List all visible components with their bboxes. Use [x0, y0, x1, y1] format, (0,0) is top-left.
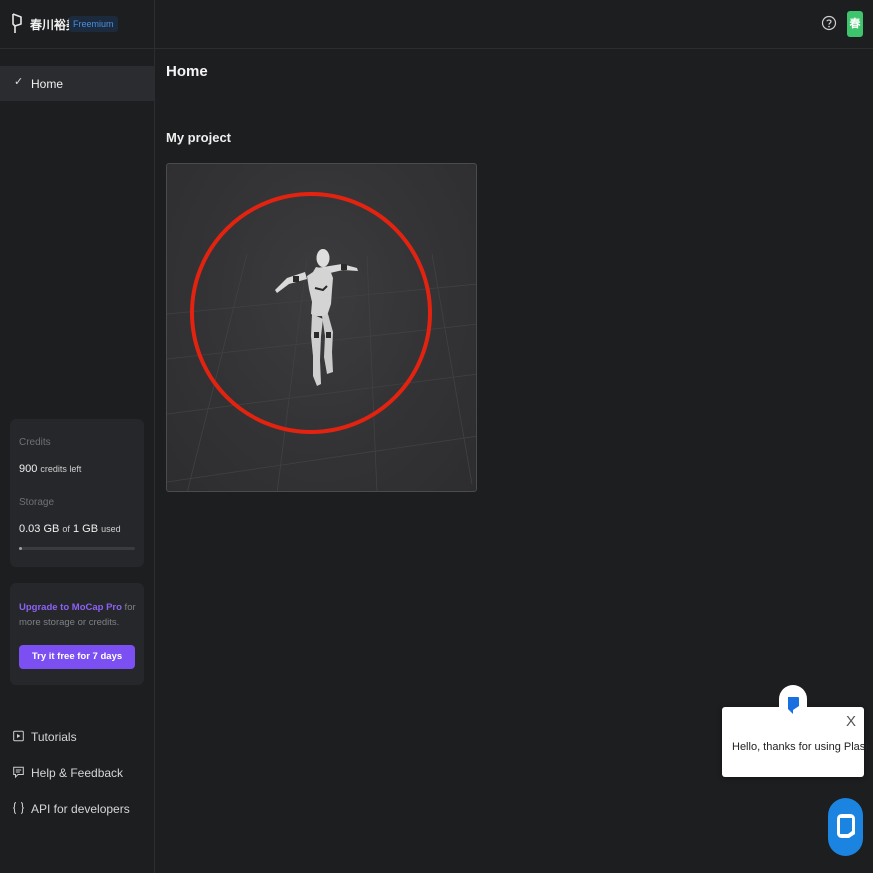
chat-close-button[interactable]: X	[846, 714, 856, 729]
project-thumbnail-card[interactable]	[166, 163, 477, 492]
plask-logo-icon[interactable]	[10, 12, 24, 34]
sidebar-item-label: Help & Feedback	[31, 766, 124, 780]
chat-launcher-button[interactable]	[828, 798, 863, 856]
sidebar-item-api[interactable]: API for developers	[10, 799, 150, 819]
play-square-icon	[13, 730, 24, 742]
topbar-divider	[154, 0, 155, 49]
free-trial-button[interactable]: Try it free for 7 days	[19, 645, 135, 669]
chat-brand-icon	[788, 697, 799, 714]
top-bar: 春川裕美 Freemium 春	[0, 0, 873, 49]
storage-label: Storage	[19, 497, 55, 508]
upgrade-message: Upgrade to MoCap Pro for more storage or…	[19, 602, 136, 628]
chat-greeting-message: Hello, thanks for using Plask	[732, 741, 871, 753]
mannequin-preview-image	[167, 192, 476, 491]
sidebar-item-label: Tutorials	[31, 730, 77, 744]
chat-bubble-icon	[837, 814, 855, 838]
sidebar-item-home[interactable]: ✓ Home	[0, 66, 154, 101]
sidebar-item-help-feedback[interactable]: Help & Feedback	[10, 763, 150, 783]
upgrade-link[interactable]: Upgrade to MoCap Pro	[19, 602, 122, 613]
plan-badge: Freemium	[69, 16, 118, 32]
braces-icon	[13, 802, 24, 814]
highlight-circle	[190, 192, 432, 434]
sidebar-item-label: Home	[31, 77, 64, 91]
storage-progress-bar	[19, 547, 135, 550]
section-title: My project	[166, 130, 232, 145]
check-icon: ✓	[14, 76, 24, 88]
credits-label: Credits	[19, 437, 51, 448]
message-square-icon	[13, 766, 24, 779]
user-avatar[interactable]: 春	[847, 11, 863, 37]
storage-value: 0.03 GB of 1 GB used	[19, 523, 121, 535]
sidebar-item-label: API for developers	[31, 802, 130, 816]
usage-card: Credits 900 credits left Storage 0.03 GB…	[10, 419, 144, 567]
storage-progress-fill	[19, 547, 23, 550]
sidebar-item-tutorials[interactable]: Tutorials	[10, 727, 150, 747]
chat-brand-badge	[779, 685, 807, 721]
upgrade-card: Upgrade to MoCap Pro for more storage or…	[10, 583, 144, 685]
page-title: Home	[166, 63, 208, 80]
credits-value: 900 credits left	[19, 463, 82, 475]
question-circle-icon[interactable]	[821, 15, 837, 31]
mannequin-figure	[275, 249, 358, 386]
